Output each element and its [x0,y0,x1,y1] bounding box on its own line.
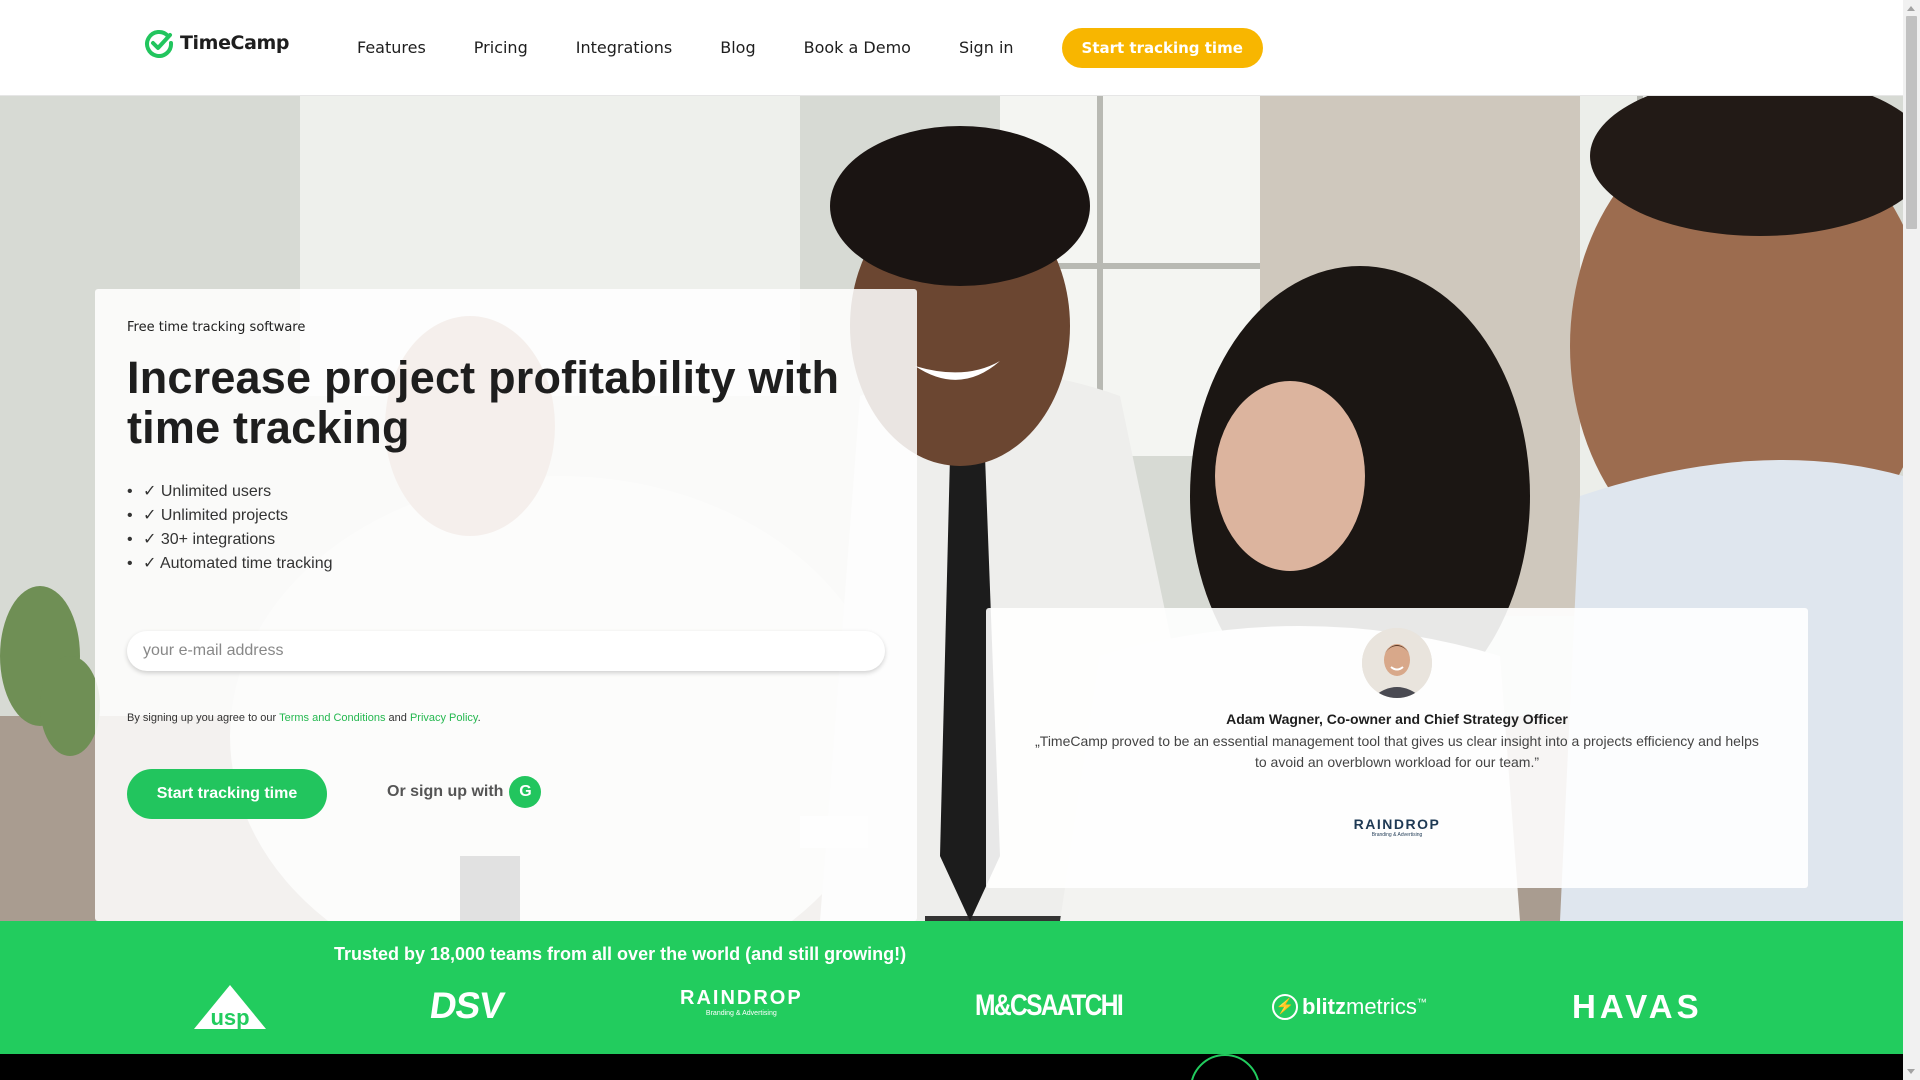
nav-sign-in[interactable]: Sign in [959,24,1014,72]
legal-suffix: . [477,712,481,724]
signup-card: Free time tracking software Increase pro… [95,289,917,921]
nav-blog[interactable]: Blog [720,24,755,72]
legal-text: By signing up you agree to our Terms and… [127,712,481,724]
usp-text: usp [210,1005,249,1030]
legal-prefix: By signing up you agree to our [127,712,280,724]
header-start-tracking-button[interactable]: Start tracking time [1061,28,1263,68]
person-avatar-icon [1362,628,1432,698]
start-tracking-button[interactable]: Start tracking time [127,769,327,819]
raindrop-brand-text: RAINDROP [680,987,803,1009]
feature-item: ✓ Unlimited projects [127,504,333,528]
raindrop-logo: RAINDROP Branding & Advertising [1330,816,1464,838]
blitz-tm: ™ [1416,997,1427,1009]
or-signup-label: Or sign up with [387,783,504,800]
timecamp-logo[interactable]: TimeCamp [144,28,290,58]
bolt-icon: ⚡ [1272,994,1298,1020]
timecamp-check-icon [145,30,174,58]
email-input[interactable] [127,631,885,671]
mcsaatchi-logo: M&CSAATCHI [975,989,1124,1022]
privacy-link[interactable]: Privacy Policy [410,712,478,724]
raindrop-logo-tagline: Branding & Advertising [1371,832,1423,838]
hero-eyebrow: Free time tracking software [127,320,306,335]
hero-section: Free time tracking software Increase pro… [0,96,1903,921]
raindrop-logo-text: RAINDROP [1353,816,1441,832]
main-nav: Features Pricing Integrations Blog Book … [357,24,1263,72]
trusted-title: Trusted by 18,000 teams from all over th… [333,944,907,964]
raindrop-brand-tagline: Branding & Advertising [705,1010,777,1017]
feature-item: ✓ 30+ integrations [127,528,333,552]
blitzmetrics-logo: ⚡ blitzmetrics™ [1272,994,1427,1020]
site-header: TimeCamp Features Pricing Integrations B… [0,0,1903,96]
page-scrollbar[interactable] [1903,0,1920,1080]
testimonial-avatar [1362,628,1432,698]
raindrop-brand-logo: RAINDROP Branding & Advertising [680,987,803,1017]
google-signup[interactable]: Or sign up with G [387,776,542,808]
terms-link[interactable]: Terms and Conditions [279,712,385,724]
testimonial-quote: „TimeCamp proved to be an essential mana… [1035,733,1759,770]
nav-features[interactable]: Features [357,24,426,72]
legal-and: and [385,712,410,724]
google-icon[interactable]: G [509,776,542,808]
blitz-rest-text: metrics [1346,994,1417,1019]
logo-text: TimeCamp [180,32,290,54]
trusted-band: Trusted by 18,000 teams from all over th… [0,921,1903,1054]
testimonial-name: Adam Wagner, Co-owner and Chief Strategy… [1226,711,1568,727]
testimonial-card: Adam Wagner, Co-owner and Chief Strategy… [986,608,1808,888]
nav-book-demo[interactable]: Book a Demo [804,24,911,72]
scroll-down-arrow-icon[interactable] [1907,1069,1915,1074]
blitz-bold-text: blitz [1302,994,1346,1019]
feature-item: ✓ Unlimited users [127,480,333,504]
feature-list: ✓ Unlimited users ✓ Unlimited projects ✓… [127,480,333,576]
nav-pricing[interactable]: Pricing [474,24,528,72]
feature-item: ✓ Automated time tracking [127,552,333,576]
scroll-up-arrow-icon[interactable] [1907,6,1915,11]
usp-triangle-icon: usp [194,985,266,1030]
nav-integrations[interactable]: Integrations [576,24,673,72]
usp-logo: usp [188,983,272,1036]
hero-headline: Increase project profitability with time… [127,352,840,453]
footer-strip [0,1054,1903,1080]
dsv-logo: DSV [427,985,507,1026]
havas-logo: HAVAS [1572,988,1703,1025]
scroll-thumb[interactable] [1906,16,1917,229]
